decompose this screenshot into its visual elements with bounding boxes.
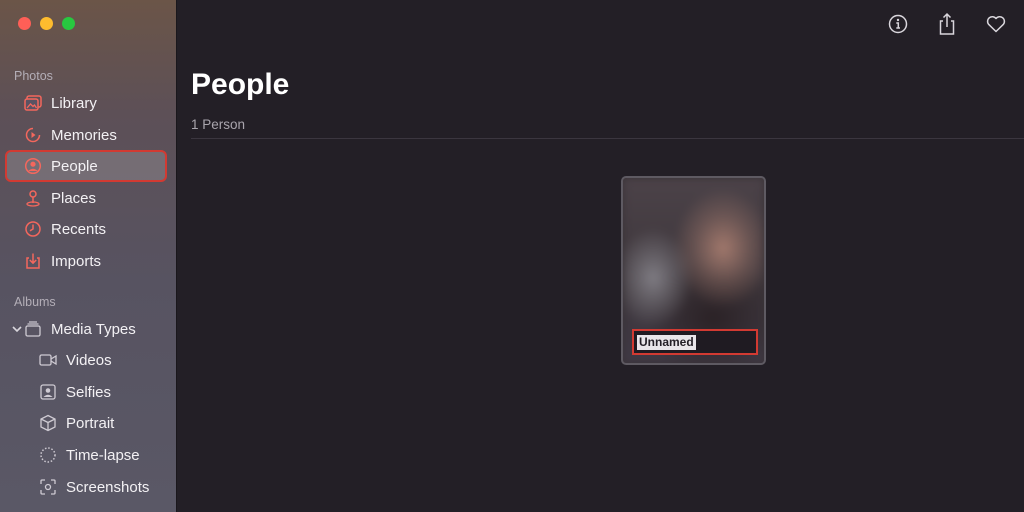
sidebar-item-label: Selfies: [66, 383, 112, 401]
section-label-photos: Photos: [14, 69, 53, 83]
sidebar-item-label: Media Types: [51, 320, 136, 338]
page-title: People: [191, 68, 290, 101]
sidebar-item-label: Portrait: [66, 414, 115, 432]
recents-icon: [24, 220, 42, 238]
sidebar-item-label: Videos: [66, 351, 112, 369]
sidebar-item-label: Time-lapse: [66, 446, 140, 464]
person-name-field[interactable]: Unnamed: [632, 329, 758, 355]
sidebar-item-screenshots[interactable]: Screenshots: [6, 472, 166, 502]
media-types-icon: [24, 320, 42, 338]
favorite-button[interactable]: [984, 11, 1008, 37]
library-icon: [24, 94, 42, 112]
memories-icon: [24, 126, 42, 144]
sidebar-item-places[interactable]: Places: [6, 183, 166, 213]
portrait-icon: [39, 414, 57, 432]
sidebar-item-memories[interactable]: Memories: [6, 120, 166, 150]
timelapse-icon: [39, 446, 57, 464]
person-card[interactable]: Unnamed: [621, 176, 766, 365]
sidebar-item-portrait[interactable]: Portrait: [6, 408, 166, 438]
share-button[interactable]: [935, 11, 959, 37]
toolbar: [886, 11, 1008, 37]
people-count: 1 Person: [191, 117, 246, 132]
zoom-window-button[interactable]: [62, 17, 75, 30]
sidebar-item-label: Memories: [51, 126, 117, 144]
sidebar-item-label: Places: [51, 189, 97, 207]
screenshots-icon: [39, 478, 57, 496]
people-icon: [24, 157, 42, 175]
sidebar-item-label: Imports: [51, 252, 102, 270]
divider: [191, 138, 1024, 139]
window-controls: [18, 17, 75, 30]
sidebar-item-people[interactable]: People: [5, 150, 167, 182]
video-icon: [39, 351, 57, 369]
info-button[interactable]: [886, 11, 910, 37]
sidebar: Photos Library Memories People Places Re…: [0, 0, 177, 512]
sidebar-item-label: People: [51, 157, 98, 175]
close-window-button[interactable]: [18, 17, 31, 30]
section-label-albums: Albums: [14, 295, 56, 309]
imports-icon: [24, 252, 42, 270]
heart-icon: [986, 15, 1006, 33]
sidebar-item-label: Screenshots: [66, 478, 150, 496]
sidebar-item-imports[interactable]: Imports: [6, 246, 166, 276]
person-name: Unnamed: [637, 334, 696, 350]
sidebar-item-media-types[interactable]: Media Types: [6, 314, 166, 344]
sidebar-item-label: Recents: [51, 220, 107, 238]
minimize-window-button[interactable]: [40, 17, 53, 30]
sidebar-item-library[interactable]: Library: [6, 88, 166, 118]
share-icon: [939, 12, 955, 35]
sidebar-item-label: Library: [51, 94, 97, 112]
sidebar-item-videos[interactable]: Videos: [6, 345, 166, 375]
info-icon: [888, 14, 908, 34]
sidebar-item-time-lapse[interactable]: Time-lapse: [6, 440, 166, 470]
sidebar-item-selfies[interactable]: Selfies: [6, 377, 166, 407]
places-icon: [24, 189, 42, 207]
selfies-icon: [39, 383, 57, 401]
sidebar-item-recents[interactable]: Recents: [6, 214, 166, 244]
chevron-down-icon[interactable]: [11, 323, 23, 335]
